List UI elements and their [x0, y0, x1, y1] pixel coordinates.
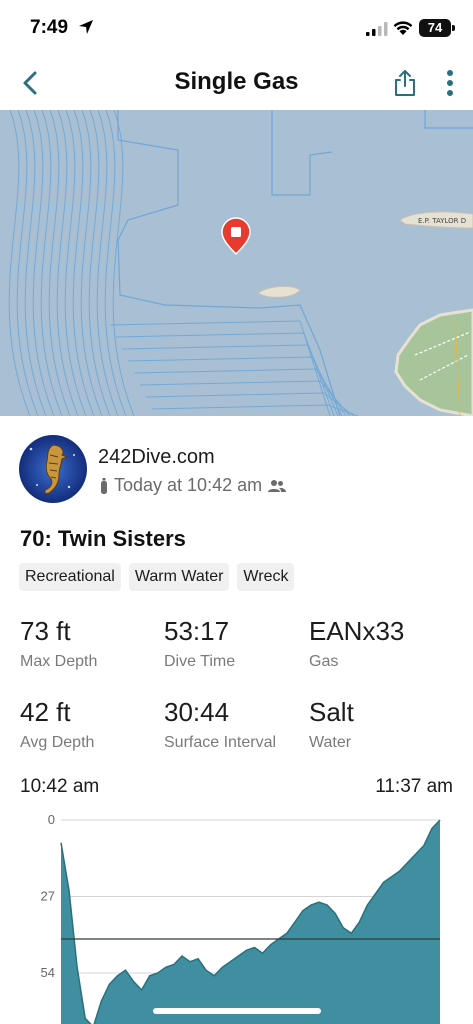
- depth-area[interactable]: [61, 820, 440, 1024]
- stat-label: Avg Depth: [20, 734, 95, 751]
- home-indicator: [153, 1008, 321, 1014]
- wifi-icon: [393, 21, 413, 35]
- profile-end-time: 11:37 am: [375, 776, 453, 797]
- avatar[interactable]: [19, 435, 87, 503]
- dive-tags: Recreational Warm Water Wreck: [19, 563, 295, 591]
- tag-wreck[interactable]: Wreck: [237, 563, 295, 591]
- dive-title: 70: Twin Sisters: [20, 526, 186, 551]
- tank-icon: [101, 477, 107, 494]
- stat-value: 42 ft: [20, 697, 71, 727]
- stat-value: EANx33: [309, 616, 405, 646]
- location-arrow-icon: [79, 20, 93, 34]
- stat-value: Salt: [309, 697, 354, 727]
- y-tick-label: 27: [41, 889, 55, 904]
- cellular-signal-icon: [366, 22, 388, 36]
- stat-label: Gas: [309, 653, 339, 670]
- profile-start-time: 10:42 am: [20, 776, 100, 797]
- dive-map[interactable]: E.P. TAYLOR D: [0, 110, 473, 416]
- stat-label: Water: [309, 734, 352, 751]
- battery-icon: 74: [419, 19, 451, 37]
- stat-surface-interval: 30:44 Surface Interval: [164, 697, 276, 752]
- account-name[interactable]: 242Dive.com: [98, 446, 215, 469]
- stat-value: 53:17: [164, 616, 230, 646]
- tag-warm-water[interactable]: Warm Water: [128, 563, 230, 591]
- battery-tip: [452, 25, 455, 31]
- share-icon: [395, 70, 415, 96]
- stat-water: Salt Water: [309, 697, 354, 752]
- stat-max-depth: 73 ft Max Depth: [20, 616, 97, 671]
- stat-value: 73 ft: [20, 616, 71, 646]
- stat-dive-time: 53:17 Dive Time: [164, 616, 235, 671]
- y-tick-label: 0: [48, 812, 55, 827]
- more-vertical-icon: [447, 70, 453, 96]
- stat-avg-depth: 42 ft Avg Depth: [20, 697, 94, 752]
- dive-datetime: Today at 10:42 am: [114, 475, 263, 495]
- stat-label: Max Depth: [20, 653, 98, 670]
- y-tick-label: 54: [41, 965, 55, 980]
- stat-gas: EANx33 Gas: [309, 616, 404, 671]
- depth-profile-chart[interactable]: 0 27 54: [0, 808, 473, 1024]
- stat-label: Surface Interval: [164, 734, 277, 751]
- road-label: E.P. TAYLOR D: [418, 217, 466, 225]
- stat-value: 30:44: [164, 697, 230, 727]
- status-time: 7:49: [30, 17, 69, 38]
- more-button[interactable]: [440, 68, 460, 98]
- tag-recreational[interactable]: Recreational: [19, 563, 121, 591]
- map-canvas[interactable]: E.P. TAYLOR D: [0, 110, 473, 416]
- buddies-icon: [268, 479, 287, 492]
- share-button[interactable]: [391, 68, 419, 98]
- dive-meta: Today at 10:42 am: [100, 475, 287, 496]
- stat-label: Dive Time: [164, 653, 236, 670]
- status-bar: 7:49 74: [0, 0, 473, 58]
